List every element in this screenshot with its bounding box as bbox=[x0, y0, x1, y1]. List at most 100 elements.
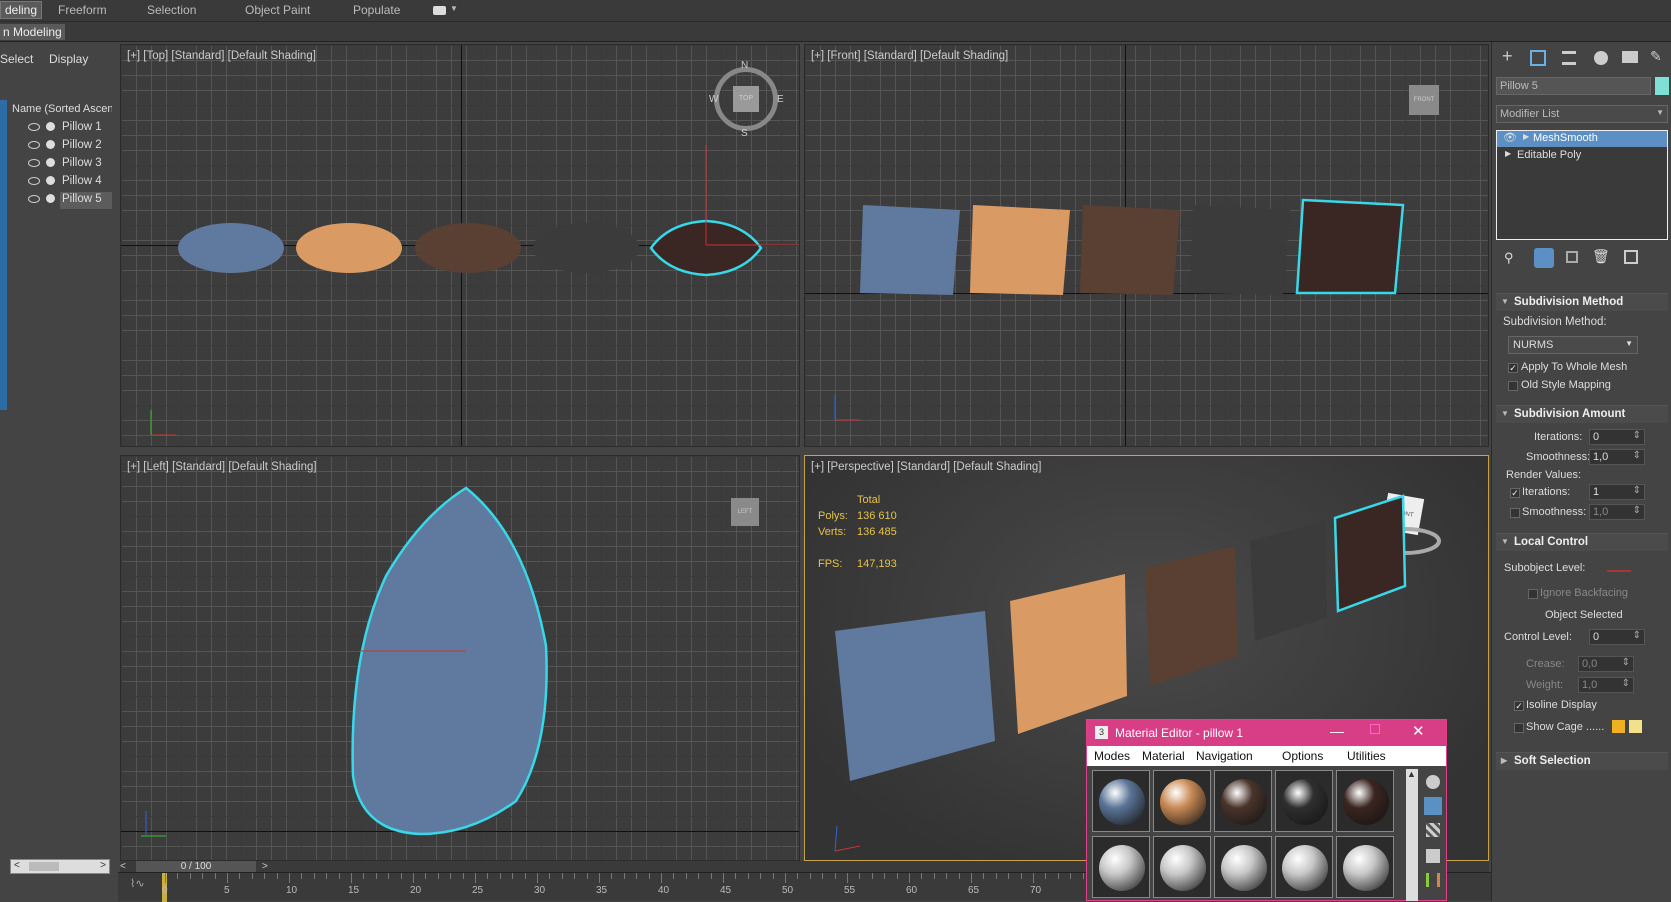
material-editor-titlebar[interactable]: 3 Material Editor - pillow 1 — ✕ bbox=[1087, 720, 1446, 746]
trash-icon[interactable]: 🗑 bbox=[1592, 248, 1610, 265]
smoothness-spinner[interactable]: 1,0 bbox=[1589, 449, 1645, 465]
pillow-2[interactable] bbox=[1010, 574, 1127, 734]
pillow-4[interactable] bbox=[533, 223, 639, 273]
scroll-up-icon[interactable]: ▲ bbox=[1407, 769, 1416, 779]
eye-icon[interactable] bbox=[28, 159, 40, 167]
video-check-icon[interactable] bbox=[1426, 873, 1440, 887]
show-end-result-icon[interactable] bbox=[1534, 248, 1554, 268]
eye-icon[interactable] bbox=[28, 123, 40, 131]
minimize-icon[interactable]: — bbox=[1330, 723, 1344, 739]
menu-modes[interactable]: Modes bbox=[1094, 749, 1130, 763]
display-tab-icon[interactable] bbox=[1622, 51, 1638, 63]
scene-row-pillow-2[interactable]: Pillow 2 bbox=[0, 136, 118, 154]
maximize-icon[interactable] bbox=[1370, 724, 1380, 734]
eye-icon[interactable] bbox=[28, 195, 40, 203]
scene-row-pillow-4[interactable]: Pillow 4 bbox=[0, 172, 118, 190]
cage-color-swatch[interactable] bbox=[1612, 720, 1625, 733]
background-icon[interactable] bbox=[1426, 823, 1440, 837]
rollout-subdivision-amount[interactable]: Subdivision Amount bbox=[1496, 405, 1668, 423]
pillow-2[interactable] bbox=[970, 205, 1070, 295]
next-frame-icon[interactable]: > bbox=[262, 861, 268, 872]
material-slot[interactable] bbox=[1336, 836, 1394, 898]
render-iterations-spinner[interactable]: 1 bbox=[1589, 484, 1645, 500]
menu-utilities[interactable]: Utilities bbox=[1347, 749, 1386, 763]
old-style-mapping-checkbox[interactable] bbox=[1508, 381, 1518, 391]
scroll-thumb[interactable] bbox=[29, 862, 59, 871]
render-iterations-checkbox[interactable]: ✓ bbox=[1510, 488, 1520, 498]
pillow-5-selected[interactable] bbox=[1333, 494, 1407, 613]
ribbon-tab-selection[interactable]: Selection bbox=[147, 3, 196, 17]
render-dot-icon[interactable] bbox=[46, 176, 55, 185]
pillow-4[interactable] bbox=[1250, 521, 1327, 641]
subdivision-method-dropdown[interactable]: NURMS ▼ bbox=[1508, 336, 1638, 354]
pillow-4[interactable] bbox=[1190, 205, 1290, 295]
eye-icon[interactable] bbox=[28, 141, 40, 149]
prev-frame-icon[interactable]: < bbox=[120, 861, 126, 872]
scene-row-pillow-5[interactable]: Pillow 5 bbox=[0, 190, 118, 209]
ribbon-toggle-icon[interactable] bbox=[433, 6, 446, 15]
motion-tab-icon[interactable] bbox=[1594, 51, 1608, 65]
ribbon-tab-modeling[interactable]: deling bbox=[0, 1, 43, 19]
scene-row-pillow-3[interactable]: Pillow 3 bbox=[0, 154, 118, 172]
slots-scrollbar[interactable]: ▲ bbox=[1406, 769, 1418, 901]
material-slot[interactable] bbox=[1092, 770, 1150, 832]
eye-icon[interactable] bbox=[28, 177, 40, 185]
scroll-right-icon[interactable]: > bbox=[100, 860, 106, 871]
rollout-soft-selection[interactable]: Soft Selection bbox=[1496, 752, 1668, 770]
curve-editor-icon[interactable]: ⌇∿ bbox=[130, 877, 145, 890]
make-unique-icon[interactable] bbox=[1566, 251, 1578, 263]
stack-item-editable-poly[interactable]: ▶ Editable Poly bbox=[1497, 148, 1667, 164]
subobject-level-icons[interactable] bbox=[1607, 562, 1631, 572]
modifier-list-dropdown[interactable]: Modifier List ▼ bbox=[1496, 105, 1668, 123]
scene-column-header[interactable]: Name (Sorted Ascen bbox=[12, 103, 112, 115]
expand-icon[interactable]: ▶ bbox=[1505, 149, 1511, 158]
pin-icon[interactable]: ⚲ bbox=[1504, 250, 1514, 266]
ignore-backfacing-checkbox[interactable] bbox=[1528, 589, 1538, 599]
scene-tab-select[interactable]: Select bbox=[0, 52, 33, 66]
menu-options[interactable]: Options bbox=[1282, 749, 1323, 763]
render-dot-icon[interactable] bbox=[46, 122, 55, 131]
object-color-swatch[interactable] bbox=[1655, 77, 1669, 95]
render-dot-icon[interactable] bbox=[46, 194, 55, 203]
eye-icon[interactable]: 👁 bbox=[1503, 131, 1517, 144]
material-slot[interactable] bbox=[1214, 836, 1272, 898]
material-slot[interactable] bbox=[1275, 836, 1333, 898]
material-slot[interactable] bbox=[1275, 770, 1333, 832]
menu-material[interactable]: Material bbox=[1142, 749, 1185, 763]
sample-type-icon[interactable] bbox=[1426, 775, 1440, 789]
create-tab-icon[interactable]: + bbox=[1502, 46, 1513, 67]
uv-tiling-icon[interactable] bbox=[1426, 849, 1440, 863]
material-slot[interactable] bbox=[1153, 770, 1211, 832]
apply-whole-mesh-checkbox[interactable]: ✓ bbox=[1508, 363, 1518, 373]
close-icon[interactable]: ✕ bbox=[1412, 722, 1425, 740]
material-slot[interactable] bbox=[1092, 836, 1150, 898]
modify-tab-icon[interactable] bbox=[1530, 50, 1546, 66]
viewport-top[interactable]: [+] [Top] [Standard] [Default Shading] T… bbox=[120, 44, 800, 447]
weight-spinner[interactable]: 1,0 bbox=[1578, 677, 1634, 693]
pillow-1[interactable] bbox=[860, 205, 960, 295]
isoline-display-checkbox[interactable]: ✓ bbox=[1514, 701, 1524, 711]
viewport-left[interactable]: [+] [Left] [Standard] [Default Shading] … bbox=[120, 455, 800, 861]
scroll-left-icon[interactable]: < bbox=[14, 860, 20, 871]
pillow-2[interactable] bbox=[296, 223, 402, 273]
material-slot[interactable] bbox=[1336, 770, 1394, 832]
pillow-1[interactable] bbox=[835, 611, 995, 781]
pillow-3[interactable] bbox=[415, 223, 521, 273]
iterations-spinner[interactable]: 0 bbox=[1589, 429, 1645, 445]
utilities-tab-icon[interactable]: ✎ bbox=[1650, 48, 1662, 65]
render-smoothness-checkbox[interactable] bbox=[1510, 508, 1520, 518]
chevron-down-icon[interactable]: ▼ bbox=[450, 4, 458, 13]
ribbon-tab-freeform[interactable]: Freeform bbox=[58, 3, 107, 17]
scene-horizontal-scrollbar[interactable]: < > bbox=[10, 859, 110, 874]
cage-selected-color-swatch[interactable] bbox=[1629, 720, 1642, 733]
rollout-local-control[interactable]: Local Control bbox=[1496, 533, 1668, 551]
pillow-3[interactable] bbox=[1145, 546, 1238, 686]
hierarchy-tab-icon[interactable] bbox=[1562, 51, 1576, 65]
menu-navigation[interactable]: Navigation bbox=[1196, 749, 1253, 763]
crease-spinner[interactable]: 0,0 bbox=[1578, 656, 1634, 672]
control-level-spinner[interactable]: 0 bbox=[1589, 629, 1645, 645]
scene-row-pillow-1[interactable]: Pillow 1 bbox=[0, 118, 118, 136]
expand-icon[interactable]: ▶ bbox=[1523, 132, 1529, 141]
render-dot-icon[interactable] bbox=[46, 140, 55, 149]
show-cage-checkbox[interactable] bbox=[1514, 723, 1524, 733]
